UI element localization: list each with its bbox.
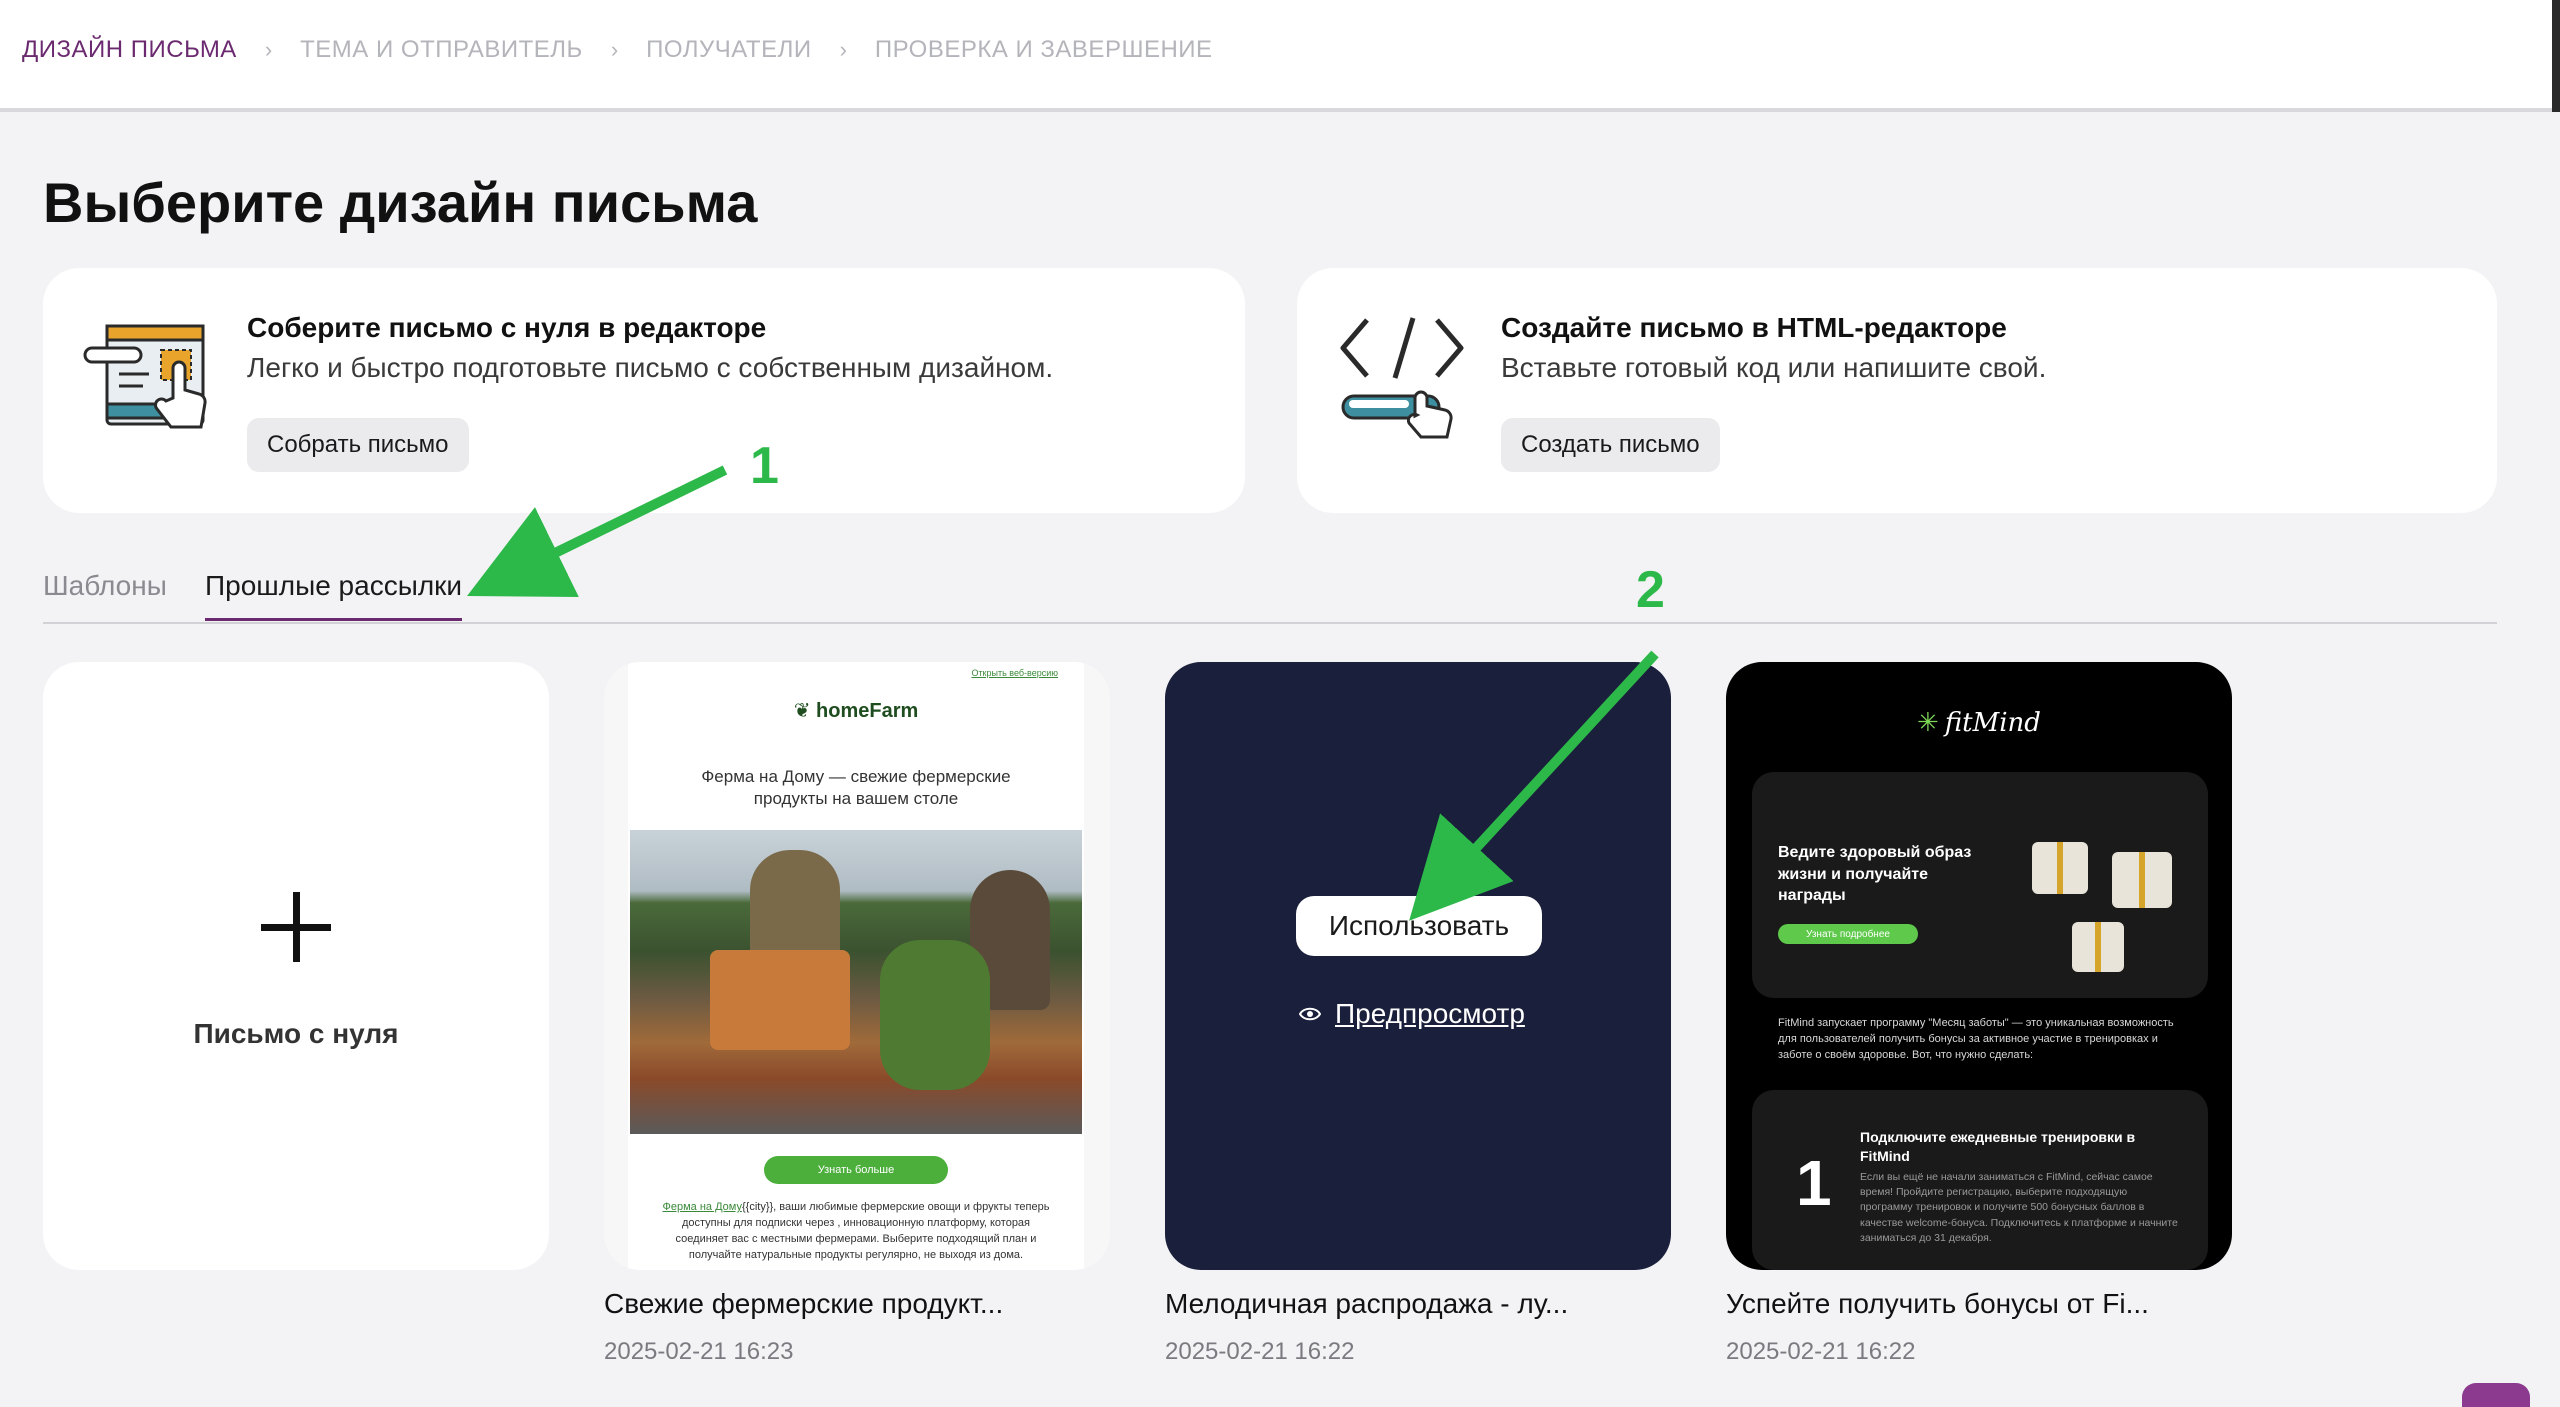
brand-logo: ✳ fitMind [1917,708,2041,738]
design-source-tabs: Шаблоны Прошлые рассылки [43,560,2497,624]
card-title: Создайте письмо в HTML-редакторе [1501,312,2007,343]
card-description: Легко и быстро подготовьте письмо с собс… [247,352,1054,383]
hero-text: Ведите здоровый образ жизни и получайте … [1778,844,1972,905]
layout-editor-icon [83,308,223,448]
farm-photo [630,830,1082,1134]
template-card-melodic-sale[interactable]: Использовать Предпросмотр [1165,662,1671,1270]
hero-block: Ведите здоровый образ жизни и получайте … [1752,772,2208,998]
template-card-farm[interactable]: Открыть веб-версию ❦ homeFarm Ферма на Д… [604,662,1110,1270]
wizard-header: ДИЗАЙН ПИСЬМА › ТЕМА И ОТПРАВИТЕЛЬ › ПОЛ… [0,0,2560,112]
annotation-marker-1: 1 [750,437,779,495]
blank-email-card[interactable]: Письмо с нуля [43,662,549,1270]
tab-past-campaigns[interactable]: Прошлые рассылки [205,570,463,621]
breadcrumb: ДИЗАЙН ПИСЬМА › ТЕМА И ОТПРАВИТЕЛЬ › ПОЛ… [22,36,1213,64]
gift-icon [2072,922,2124,972]
template-name: Успейте получить бонусы от Fi... [1726,1288,2149,1319]
blank-email-label: Письмо с нуля [193,1018,399,1049]
tab-templates[interactable]: Шаблоны [43,570,167,618]
card-title: Соберите письмо с нуля в редакторе [247,312,767,343]
brand-logo: ❦ homeFarm [793,700,919,722]
sparkle-icon: ✳ [1917,708,1939,738]
step-text: Если вы ещё не начали заниматься с FitMi… [1860,1171,2178,1244]
build-email-button[interactable]: Собрать письмо [247,418,469,472]
support-widget-button[interactable] [2462,1383,2530,1407]
email-paragraph: FitMind запускает программу "Месяц забот… [1778,1017,2174,1061]
gift-icon [2032,842,2088,894]
code-editor-icon [1337,308,1477,448]
template-card-fitmind[interactable]: ✳ fitMind Ведите здоровый образ жизни и п… [1726,662,2232,1270]
template-date: 2025-02-21 16:23 [604,1338,794,1365]
email-preview: Открыть веб-версию ❦ homeFarm Ферма на Д… [628,662,1084,1270]
chevron-right-icon: › [264,37,273,62]
gift-icon [2112,852,2172,908]
html-editor-card: Создайте письмо в HTML-редакторе Вставьт… [1297,268,2497,513]
create-from-scratch-card: Соберите письмо с нуля в редакторе Легко… [43,268,1245,513]
email-headline: Ферма на Дому — свежие фермерские продук… [701,767,1011,809]
leaf-icon: ❦ [793,700,811,722]
preview-label: Предпросмотр [1335,998,1525,1029]
template-date: 2025-02-21 16:22 [1165,1338,1355,1365]
eye-icon [1299,1007,1321,1021]
template-date: 2025-02-21 16:22 [1726,1338,1916,1365]
chevron-right-icon: › [839,37,847,62]
step-block: 1 Подключите ежедневные тренировки в Fit… [1752,1090,2208,1270]
web-version-link: Открыть веб-версию [971,668,1058,678]
step-design[interactable]: ДИЗАЙН ПИСЬМА [22,36,237,64]
plus-icon [261,892,331,962]
step-subject-sender[interactable]: ТЕМА И ОТПРАВИТЕЛЬ [300,36,583,64]
email-body: Ферма на Дому{{city}}, ваши любимые ферм… [662,1201,1050,1261]
annotation-marker-2: 2 [1636,561,1665,619]
template-name: Свежие фермерские продукт... [604,1288,1004,1319]
page-title: Выберите дизайн письма [43,171,758,234]
template-name: Мелодичная распродажа - лу... [1165,1288,1569,1319]
chevron-right-icon: › [610,37,619,62]
create-email-button[interactable]: Создать письмо [1501,418,1720,472]
preview-link[interactable]: Предпросмотр [1299,998,1525,1030]
step-title: Подключите ежедневные тренировки в FitMi… [1860,1129,2136,1164]
step-recipients[interactable]: ПОЛУЧАТЕЛИ [646,36,811,64]
step-review-finish[interactable]: ПРОВЕРКА И ЗАВЕРШЕНИЕ [875,36,1213,64]
step-number: 1 [1796,1147,1832,1219]
hero-button: Узнать подробнее [1778,924,1918,944]
use-template-button[interactable]: Использовать [1296,896,1542,956]
email-cta-button: Узнать больше [764,1156,948,1184]
scrollbar[interactable] [2552,0,2560,112]
card-description: Вставьте готовый код или напишите свой. [1501,352,2047,383]
